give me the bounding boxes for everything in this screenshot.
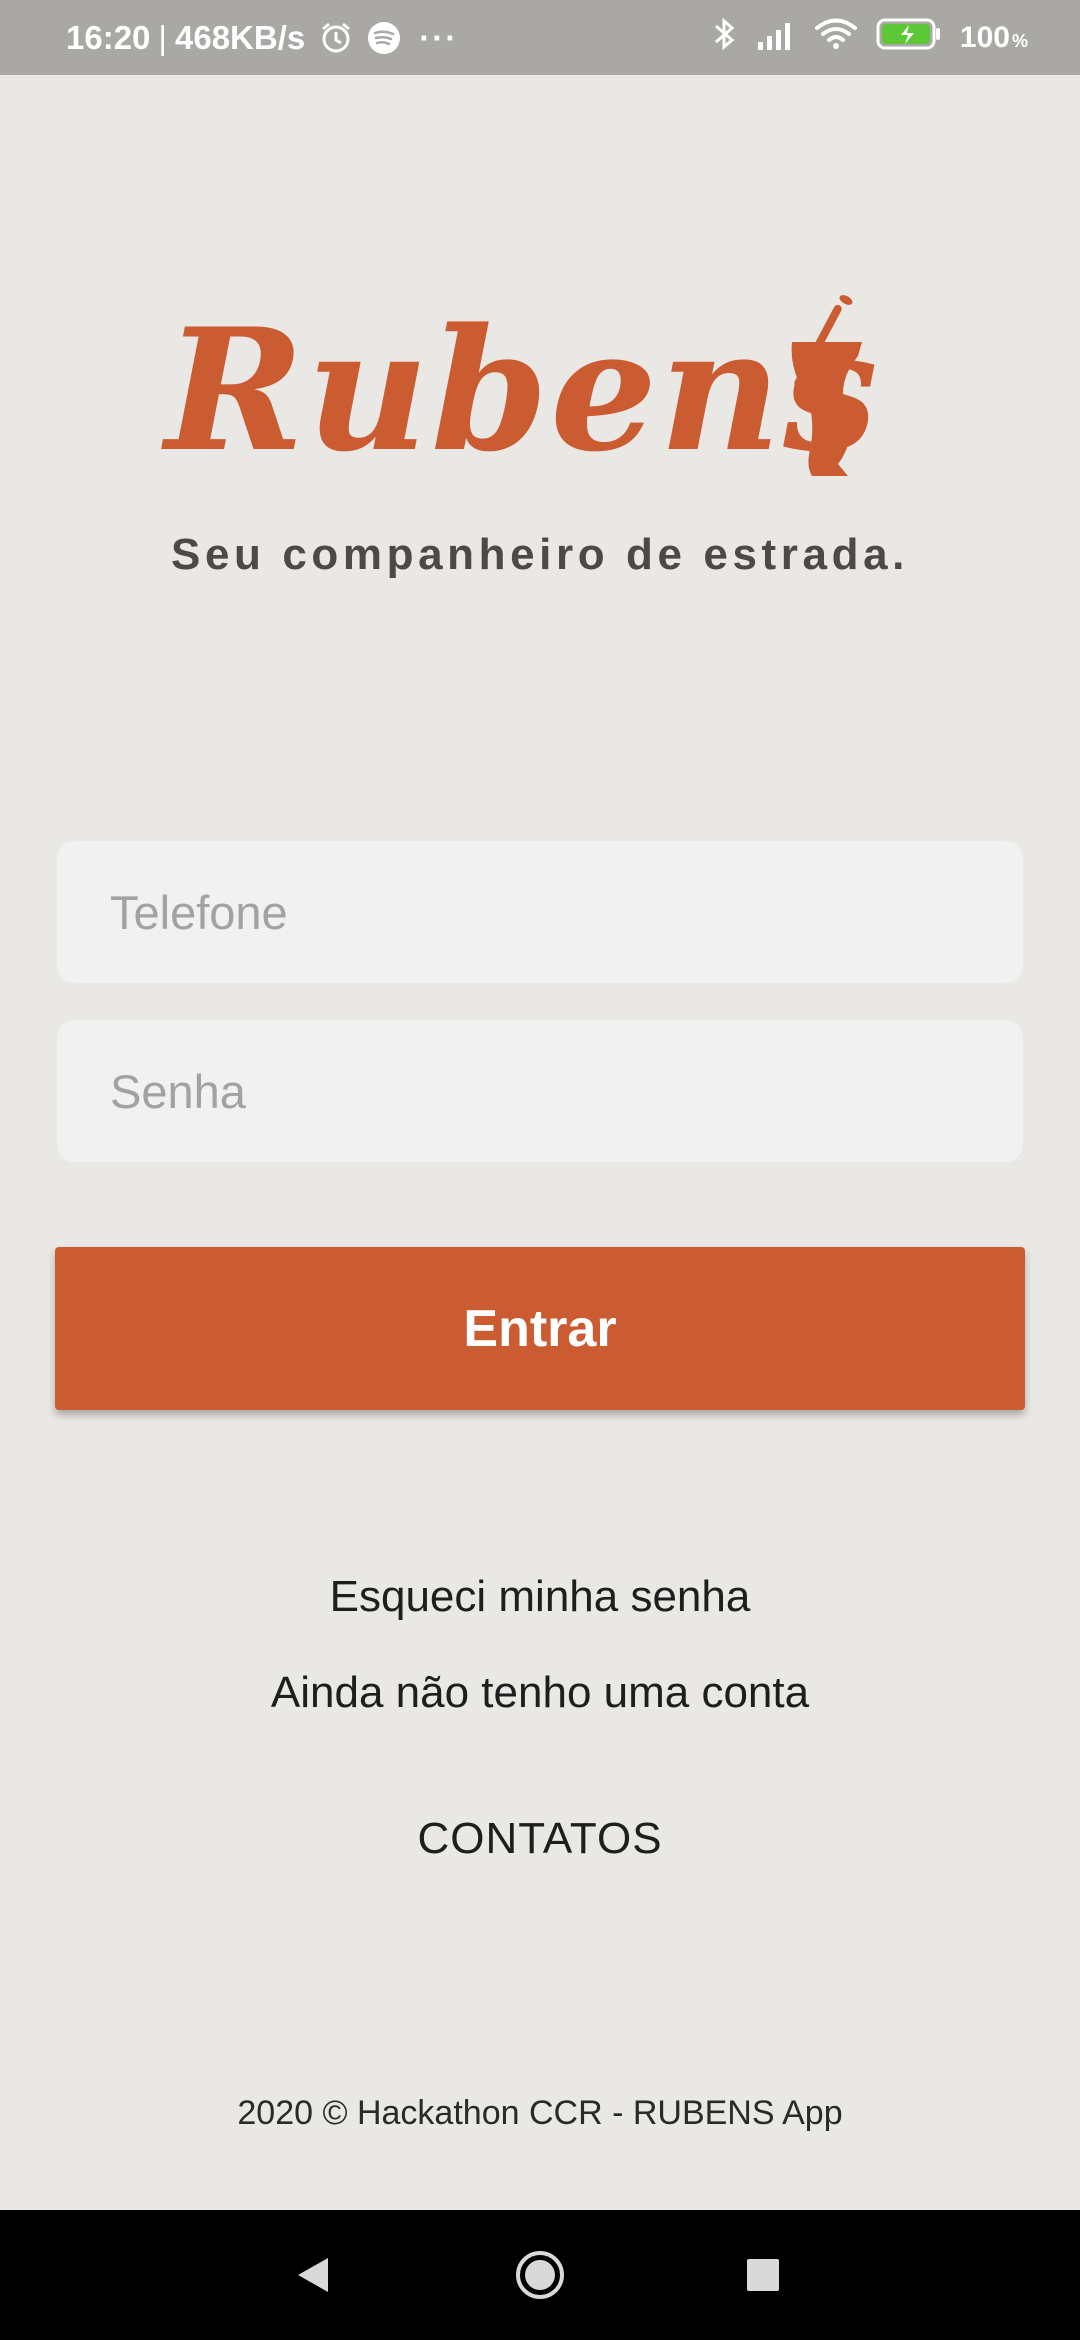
logo-wordmark: Rubens <box>165 291 880 489</box>
status-bar: 16:20 | 468KB/s ··· 100% <box>0 0 1080 75</box>
alarm-icon <box>319 21 353 55</box>
signup-link[interactable]: Ainda não tenho uma conta <box>0 1668 1080 1718</box>
password-field[interactable] <box>57 1020 1023 1162</box>
navigation-bar <box>0 2210 1080 2340</box>
login-button[interactable]: Entrar <box>55 1247 1025 1410</box>
phone-input[interactable] <box>57 841 1023 983</box>
spotify-icon <box>367 21 401 55</box>
status-left: 16:20 | 468KB/s ··· <box>66 0 458 75</box>
more-icon: ··· <box>419 18 459 56</box>
status-time: 16:20 <box>66 18 151 56</box>
contacts-link[interactable]: CONTATOS <box>0 1814 1080 1864</box>
password-input[interactable] <box>57 1020 1023 1162</box>
bluetooth-icon <box>710 16 738 60</box>
footer-credit: 2020 © Hackathon CCR - RUBENS App <box>237 2094 843 2132</box>
battery-icon <box>876 17 942 59</box>
phone-field[interactable] <box>57 841 1023 983</box>
signal-icon <box>756 18 796 58</box>
status-separator: | <box>158 18 167 56</box>
app-logo: Rubens <box>165 290 895 490</box>
status-right: 100% <box>710 0 1028 75</box>
wifi-icon <box>814 17 858 59</box>
tagline: Seu companheiro de estrada. <box>171 530 909 579</box>
battery-level: 100% <box>959 20 1028 54</box>
forgot-password-link[interactable]: Esqueci minha senha <box>0 1572 1080 1622</box>
mate-gourd-icon <box>791 295 862 476</box>
back-icon[interactable] <box>253 2210 373 2340</box>
recents-icon[interactable] <box>703 2210 823 2340</box>
home-icon[interactable] <box>480 2210 600 2340</box>
network-speed: 468KB/s <box>174 18 306 56</box>
